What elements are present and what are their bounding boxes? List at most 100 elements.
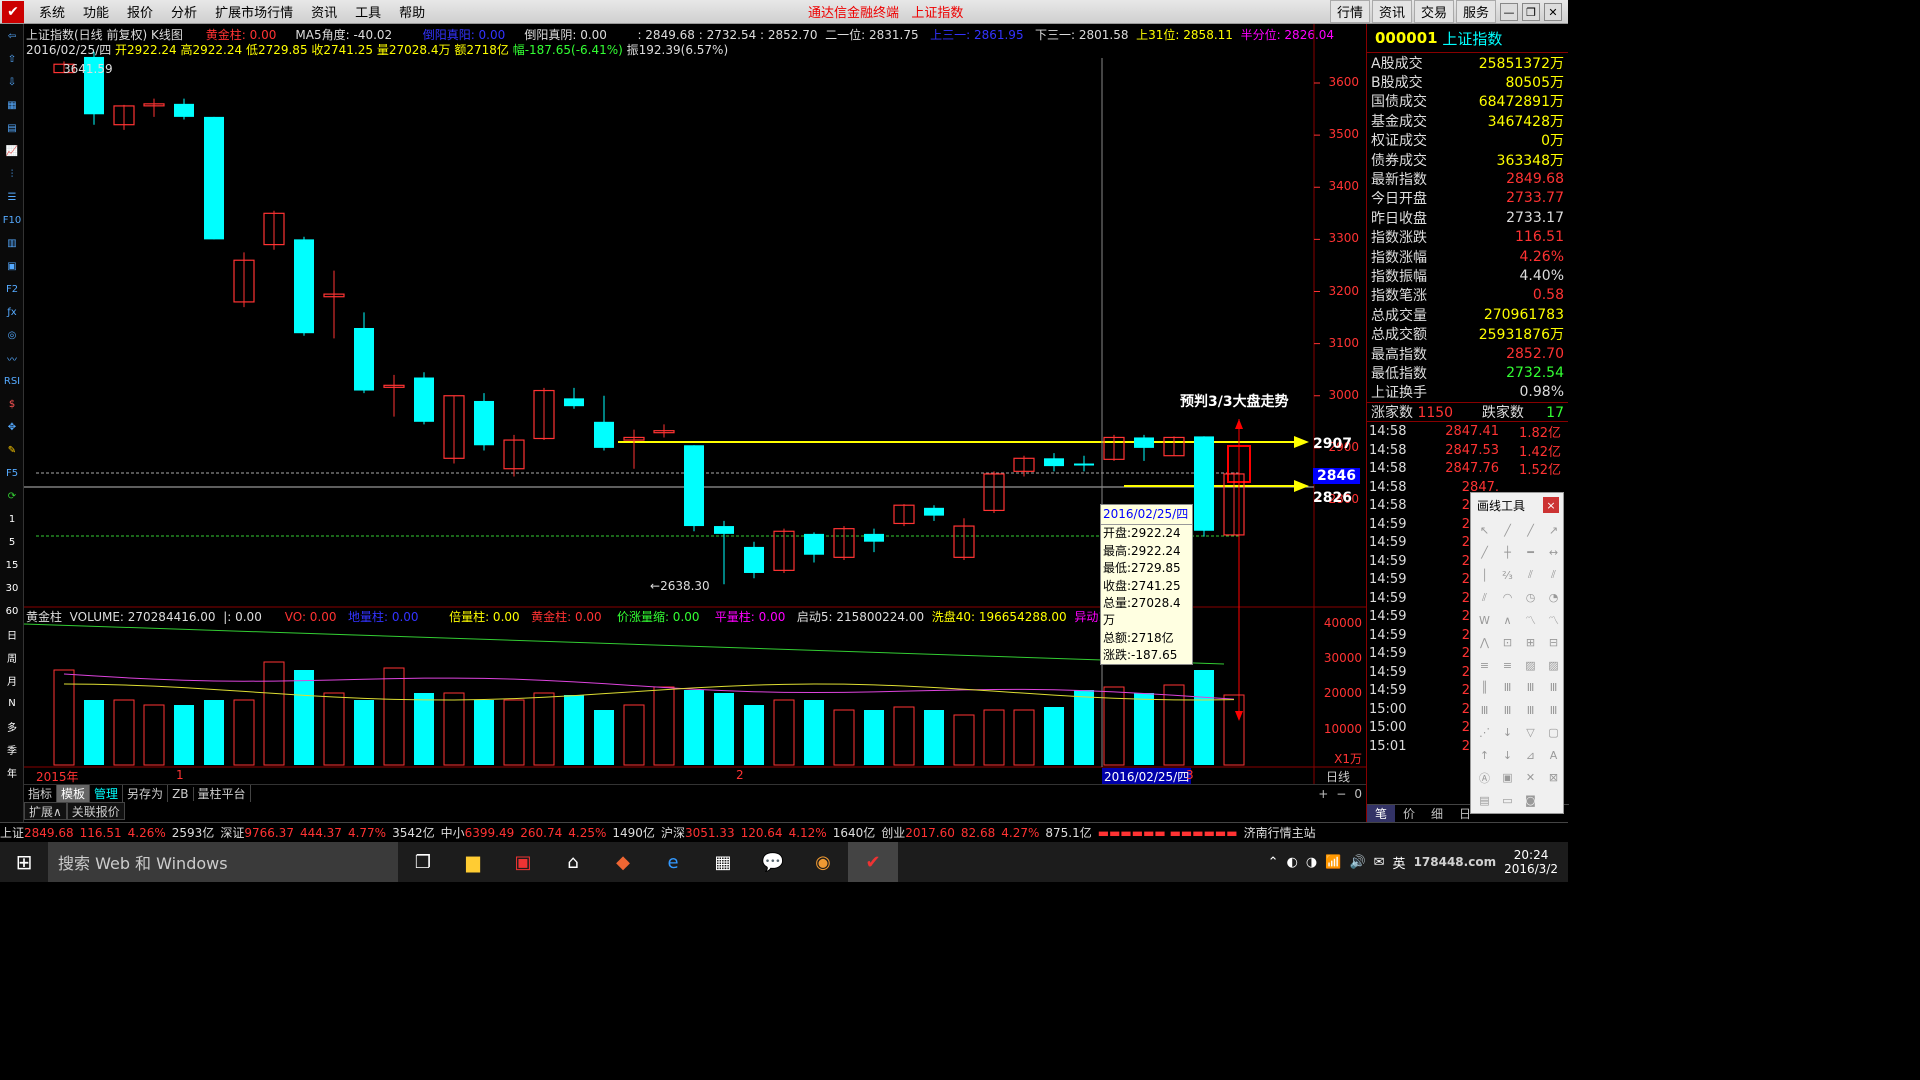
draw-tool-icon[interactable]: ⋀ [1473, 632, 1496, 655]
period-month[interactable]: 月 [1, 670, 23, 691]
menu-system[interactable]: 系统 [30, 2, 74, 21]
pencil-icon[interactable]: ✎ [1, 440, 23, 461]
tab-related[interactable]: 关联报价 [66, 802, 125, 820]
draw-tool-icon[interactable]: ◙ [1519, 789, 1542, 812]
move-icon[interactable]: ✥ [1, 417, 23, 438]
tab-service[interactable]: 服务 [1455, 0, 1496, 23]
menu-tools[interactable]: 工具 [346, 2, 390, 21]
draw-tool-icon[interactable]: Ⅲ [1542, 677, 1565, 700]
draw-tool-icon[interactable] [1542, 789, 1565, 812]
refresh-icon[interactable]: ⟳ [1, 486, 23, 507]
circle-icon[interactable]: ◎ [1, 325, 23, 346]
draw-tool-icon[interactable]: ▢ [1542, 722, 1565, 745]
draw-tool-icon[interactable]: ⫽ [1473, 587, 1496, 610]
draw-tool-icon[interactable]: ╱ [1496, 519, 1519, 542]
draw-tool-icon[interactable]: ◷ [1519, 587, 1542, 610]
arrow-left-icon[interactable]: ⇦ [1, 26, 23, 47]
chart-icon[interactable]: ▦ [1, 95, 23, 116]
task-view-icon[interactable]: ❐ [398, 842, 448, 882]
period-5[interactable]: 5 [1, 532, 23, 553]
period-15[interactable]: 15 [1, 555, 23, 576]
file-explorer-icon[interactable]: ▆ [448, 842, 498, 882]
draw-tool-icon[interactable]: Ⅲ [1473, 699, 1496, 722]
menu-function[interactable]: 功能 [74, 2, 118, 21]
draw-tool-icon[interactable]: ⊞ [1519, 632, 1542, 655]
store-icon[interactable]: ⌂ [548, 842, 598, 882]
draw-tool-icon[interactable]: ↓ [1496, 744, 1519, 767]
tray-arrow-icon[interactable]: ⌃ [1268, 855, 1279, 870]
draw-tool-icon[interactable]: ≡ [1496, 654, 1519, 677]
draw-tool-icon[interactable]: A [1542, 744, 1565, 767]
draw-tool-icon[interactable]: ┼ [1496, 542, 1519, 565]
menu-news[interactable]: 资讯 [302, 2, 346, 21]
draw-tool-icon[interactable]: ∧ [1496, 609, 1519, 632]
rsi-icon[interactable]: RSI [1, 371, 23, 392]
draw-tool-icon[interactable]: ↔ [1542, 542, 1565, 565]
draw-tool-icon[interactable]: ║ [1473, 677, 1496, 700]
draw-tool-icon[interactable]: 〽 [1542, 609, 1565, 632]
draw-tool-icon[interactable]: ↓ [1496, 722, 1519, 745]
period-n[interactable]: N [1, 693, 23, 714]
f2-icon[interactable]: F2 [1, 279, 23, 300]
draw-tool-close-icon[interactable]: × [1543, 497, 1559, 513]
draw-tool-icon[interactable]: ⊡ [1496, 632, 1519, 655]
info-icon[interactable]: ▣ [1, 256, 23, 277]
table-icon[interactable]: ▥ [1, 233, 23, 254]
draw-tool-icon[interactable]: ◔ [1542, 587, 1565, 610]
draw-tool-icon[interactable]: 〽 [1519, 609, 1542, 632]
arrow-up-icon[interactable]: ⇧ [1, 49, 23, 70]
restore-icon[interactable]: ❐ [1522, 3, 1540, 21]
menu-analysis[interactable]: 分析 [162, 2, 206, 21]
draw-tool-icon[interactable]: ▨ [1519, 654, 1542, 677]
draw-tool-icon[interactable]: Ⅲ [1496, 677, 1519, 700]
draw-tool-icon[interactable]: ⅔ [1496, 564, 1519, 587]
tab-quotes[interactable]: 行情 [1329, 0, 1370, 23]
draw-tool-icon[interactable]: W [1473, 609, 1496, 632]
tray-volume-icon[interactable]: 🔊 [1349, 855, 1365, 870]
arrow-down-icon[interactable]: ⇩ [1, 72, 23, 93]
tab-trade[interactable]: 交易 [1413, 0, 1454, 23]
taskbar-search[interactable]: 搜索 Web 和 Windows [48, 842, 398, 882]
draw-tool-icon[interactable]: Ⅲ [1496, 699, 1519, 722]
wechat-icon[interactable]: 💬 [748, 842, 798, 882]
draw-tool-icon[interactable]: ✕ [1519, 767, 1542, 790]
draw-tool-icon[interactable]: ⊠ [1542, 767, 1565, 790]
draw-tool-icon[interactable]: ╱ [1473, 542, 1496, 565]
app-red-icon[interactable]: ▣ [498, 842, 548, 882]
draw-tool-icon[interactable]: │ [1473, 564, 1496, 587]
kline-icon[interactable]: ⫶ [1, 164, 23, 185]
tab-news[interactable]: 资讯 [1371, 0, 1412, 23]
draw-tool-icon[interactable]: ◠ [1496, 587, 1519, 610]
zoom-in-button[interactable]: + [1318, 787, 1328, 801]
draw-tool-icon[interactable]: Ⅲ [1519, 677, 1542, 700]
close-icon[interactable]: ✕ [1544, 3, 1562, 21]
tab-zb[interactable]: ZB [168, 786, 194, 801]
menu-help[interactable]: 帮助 [390, 2, 434, 21]
draw-tool-icon[interactable]: ▭ [1496, 789, 1519, 812]
tray-qq-icon[interactable]: ◑ [1306, 855, 1317, 870]
draw-tool-icon[interactable]: ↗ [1542, 519, 1565, 542]
edge-icon[interactable]: e [648, 842, 698, 882]
line-chart-icon[interactable]: 📈 [1, 141, 23, 162]
period-30[interactable]: 30 [1, 578, 23, 599]
list-icon[interactable]: ☰ [1, 187, 23, 208]
wave-icon[interactable]: 〰 [1, 348, 23, 369]
draw-tool-icon[interactable]: ⫽ [1542, 564, 1565, 587]
zoom-out-button[interactable]: − [1336, 787, 1346, 801]
period-1[interactable]: 1 [1, 509, 23, 530]
tab-volplatform[interactable]: 量柱平台 [194, 785, 251, 802]
tab-manage[interactable]: 管理 [90, 785, 124, 802]
calculator-icon[interactable]: ▦ [698, 842, 748, 882]
period-week[interactable]: 周 [1, 647, 23, 668]
f10-icon[interactable]: F10 [1, 210, 23, 231]
draw-tool-icon[interactable]: ⫽ [1519, 564, 1542, 587]
menu-ext-market[interactable]: 扩展市场行情 [206, 2, 302, 21]
draw-tool-icon[interactable]: Ⅲ [1542, 699, 1565, 722]
dollar-icon[interactable]: $ [1, 394, 23, 415]
tab-xi[interactable]: 细 [1423, 805, 1451, 822]
tab-indicator[interactable]: 指标 [24, 785, 58, 802]
ime-indicator[interactable]: 英 [1393, 853, 1406, 872]
draw-tool-icon[interactable]: ↑ [1473, 744, 1496, 767]
period-multi[interactable]: 多 [1, 716, 23, 737]
windows-start-icon[interactable]: ⊞ [0, 842, 48, 882]
